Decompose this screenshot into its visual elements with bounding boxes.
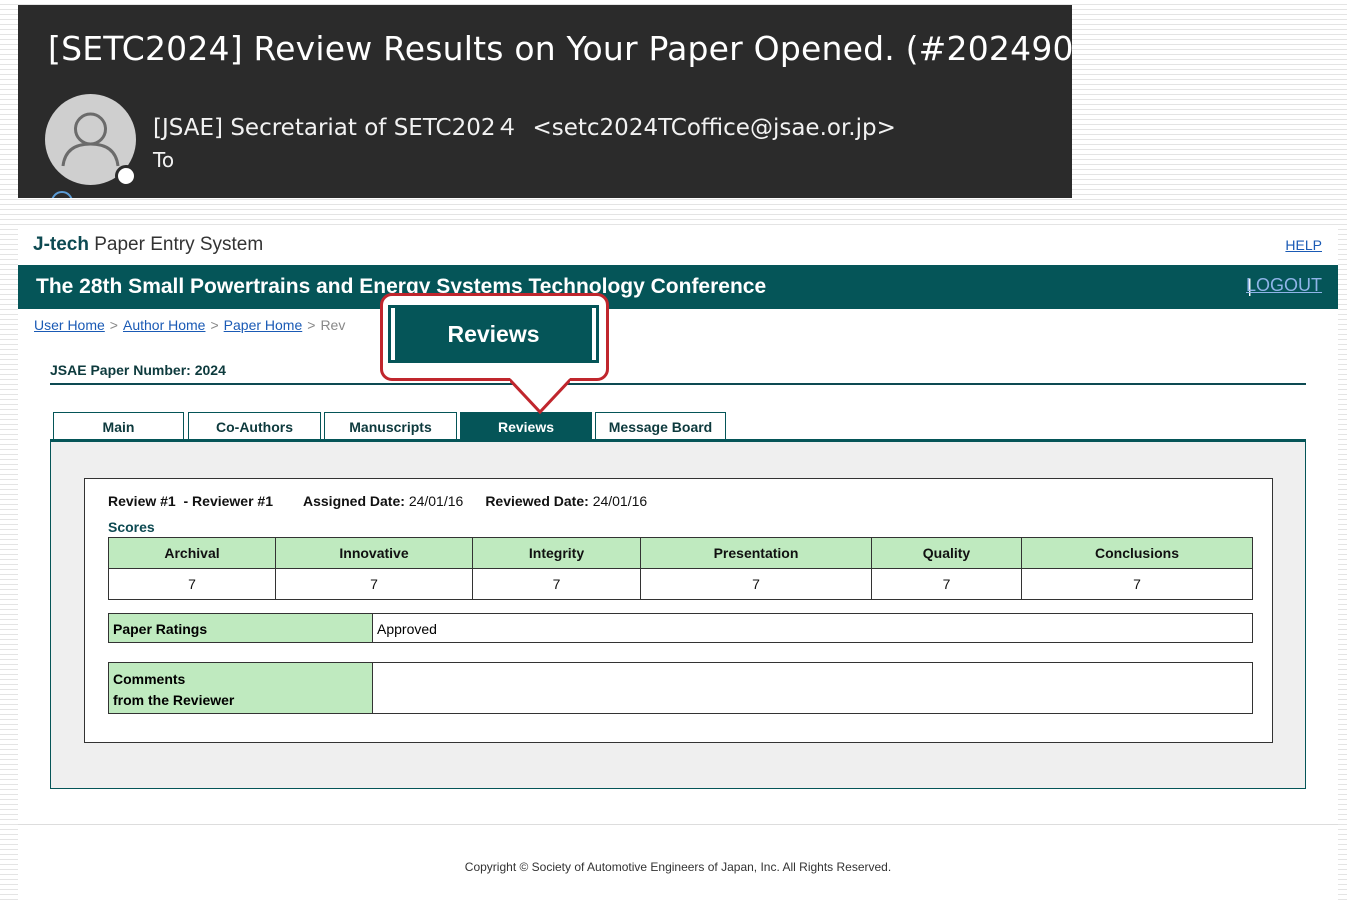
tab-manuscripts[interactable]: Manuscripts xyxy=(324,412,457,440)
sender-address: <setc2024TCoffice@jsae.or.jp> xyxy=(532,115,896,141)
score-innovative: 7 xyxy=(275,568,473,600)
copyright-footer: Copyright © Society of Automotive Engine… xyxy=(464,860,892,874)
callout-reviews-tab-zoom: Reviews xyxy=(388,305,599,363)
scores-value-row: 7 7 7 7 7 7 xyxy=(108,568,1253,600)
comments-row: Comments from the Reviewer xyxy=(108,662,1253,714)
breadcrumb: User Home > Author Home > Paper Home > Rev xyxy=(34,317,345,333)
paper-ratings-row: Paper Ratings Approved xyxy=(108,613,1253,643)
review-title: Review #1 xyxy=(108,493,176,509)
tab-co-authors[interactable]: Co-Authors xyxy=(188,412,321,440)
callout-pointer-arrow xyxy=(510,378,570,415)
email-to-label: To xyxy=(153,148,175,172)
assigned-date: 24/01/16 xyxy=(408,493,464,509)
assigned-date-label: Assigned Date: xyxy=(303,493,405,509)
breadcrumb-user-home[interactable]: User Home xyxy=(34,317,105,333)
comments-label-line1: Comments xyxy=(113,671,186,687)
review-card: Review #1 - Reviewer #1 Assigned Date: 24… xyxy=(84,478,1273,743)
review-header: Review #1 - Reviewer #1 Assigned Date: 24… xyxy=(108,493,647,509)
score-conclusions: 7 xyxy=(1021,568,1253,600)
score-integrity: 7 xyxy=(472,568,641,600)
score-header-quality: Quality xyxy=(871,537,1022,569)
paper-ratings-label: Paper Ratings xyxy=(109,614,373,642)
brand-rest: Paper Entry System xyxy=(88,234,264,255)
logout-link[interactable]: LOGOUT xyxy=(1246,275,1322,296)
breadcrumb-paper-home[interactable]: Paper Home xyxy=(224,317,303,333)
breadcrumb-author-home[interactable]: Author Home xyxy=(123,317,205,333)
score-header-archival: Archival xyxy=(108,537,276,569)
scores-header-row: Archival Innovative Integrity Presentati… xyxy=(108,537,1253,569)
tab-main[interactable]: Main xyxy=(53,412,184,440)
reviewed-date: 24/01/16 xyxy=(592,493,648,509)
score-presentation: 7 xyxy=(640,568,872,600)
email-header: [SETC2024] Review Results on Your Paper … xyxy=(18,5,1072,198)
conference-bar: The 28th Small Powertrains and Energy Sy… xyxy=(18,265,1338,309)
score-header-innovative: Innovative xyxy=(275,537,473,569)
email-sender: [JSAE] Secretariat of SETC202４ <setc2024T… xyxy=(153,108,896,142)
divider xyxy=(50,383,1306,385)
reviews-panel: Review #1 - Reviewer #1 Assigned Date: 24… xyxy=(50,442,1306,789)
email-subject: [SETC2024] Review Results on Your Paper … xyxy=(48,29,1072,68)
partial-circle-icon xyxy=(51,191,73,198)
reviewed-date-label: Reviewed Date: xyxy=(485,493,589,509)
paper-ratings-value: Approved xyxy=(377,621,437,637)
paper-number: JSAE Paper Number: 2024 xyxy=(50,362,226,378)
comments-label: Comments from the Reviewer xyxy=(109,663,373,713)
reviews-callout: Reviews xyxy=(380,293,609,381)
score-header-conclusions: Conclusions xyxy=(1021,537,1253,569)
footer-divider xyxy=(18,824,1338,825)
reviewer-label: - Reviewer #1 xyxy=(183,493,274,509)
comments-label-line2: from the Reviewer xyxy=(113,692,235,708)
tab-message-board[interactable]: Message Board xyxy=(595,412,726,440)
score-quality: 7 xyxy=(871,568,1022,600)
paper-entry-page: J-tech Paper Entry System HELP The 28th … xyxy=(18,228,1338,902)
breadcrumb-separator: > xyxy=(210,317,219,333)
scores-table: Archival Innovative Integrity Presentati… xyxy=(108,537,1253,600)
help-link[interactable]: HELP xyxy=(1285,237,1322,253)
sender-name: [JSAE] Secretariat of SETC202４ xyxy=(153,115,519,141)
site-brand: J-tech Paper Entry System xyxy=(33,234,263,256)
breadcrumb-separator: > xyxy=(109,317,118,333)
presence-status-icon xyxy=(115,165,137,187)
breadcrumb-separator: > xyxy=(307,317,316,333)
scores-label: Scores xyxy=(108,519,155,535)
score-header-integrity: Integrity xyxy=(472,537,641,569)
breadcrumb-current: Rev xyxy=(320,317,346,333)
score-archival: 7 xyxy=(108,568,276,600)
score-header-presentation: Presentation xyxy=(640,537,872,569)
brand-jtech: J-tech xyxy=(33,234,89,255)
